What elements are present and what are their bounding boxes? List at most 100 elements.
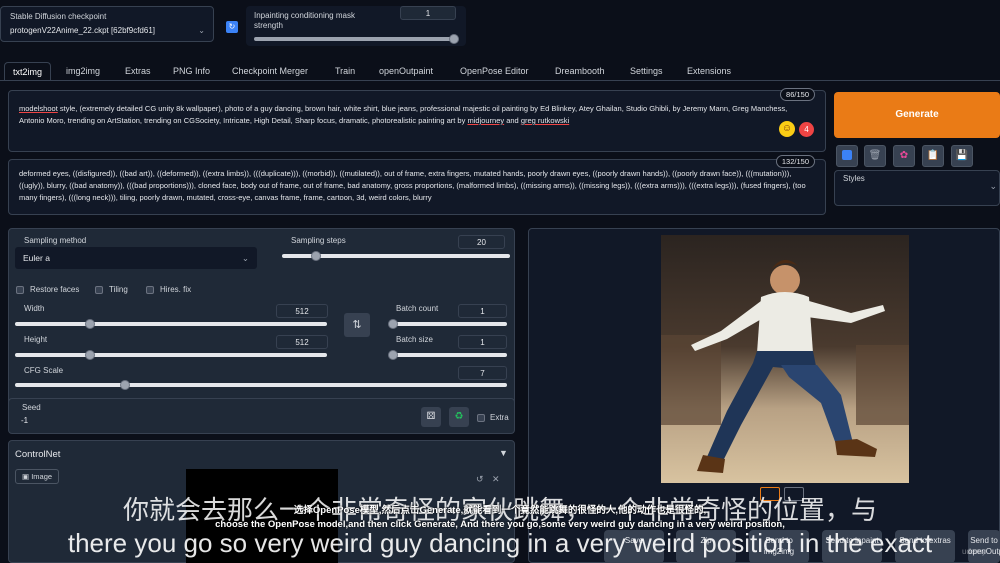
batch-count-slider[interactable] <box>388 319 507 329</box>
checkpoint-panel: Stable Diffusion checkpoint protogenV22A… <box>0 6 214 42</box>
styles-panel[interactable]: Styles ⌄ <box>834 170 1000 206</box>
floppy-icon: 💾 <box>955 150 969 161</box>
close-icon[interactable]: ✕ <box>492 474 500 485</box>
clipboard-icon: 📋 <box>926 150 940 161</box>
extra-seed-label: Extra <box>490 413 509 422</box>
tab-settings[interactable]: Settings <box>630 62 663 80</box>
mask-strength-thumb[interactable] <box>449 34 459 44</box>
tab-checkpoint-merger[interactable]: Checkpoint Merger <box>232 62 308 80</box>
clear-prompt-button[interactable]: 🗑 <box>864 145 886 167</box>
undo-icon[interactable]: ↺ <box>476 474 484 485</box>
tab-train[interactable]: Train <box>335 62 355 80</box>
width-thumb[interactable] <box>85 319 95 329</box>
refresh-button[interactable]: ↻ <box>226 21 238 33</box>
batch-count-label: Batch count <box>396 304 439 313</box>
checkpoint-value: protogenV22Anime_22.ckpt [62bf9cfd61] <box>10 26 155 35</box>
chevron-down-icon: ⌄ <box>989 181 997 191</box>
batch-size-thumb[interactable] <box>388 350 398 360</box>
prompt-part-3: midjourney <box>467 116 505 125</box>
tiling-label: Tiling <box>109 285 128 294</box>
save-style-button[interactable]: 💾 <box>951 145 973 167</box>
controlnet-title[interactable]: ControlNet <box>15 449 60 460</box>
checkpoint-label: Stable Diffusion checkpoint <box>10 12 107 21</box>
negative-prompt-area[interactable]: deformed eyes, ((disfigured)), ((bad art… <box>8 155 826 215</box>
cfg-scale-value[interactable]: 7 <box>458 366 507 380</box>
apply-style-button[interactable]: 📋 <box>922 145 944 167</box>
sampling-method-value: Euler a <box>23 253 50 263</box>
sampling-steps-label: Sampling steps <box>291 236 346 245</box>
tab-dreambooth[interactable]: Dreambooth <box>555 62 605 80</box>
tab-openoutpaint[interactable]: openOutpaint <box>379 62 433 80</box>
sampling-method-label: Sampling method <box>24 236 87 245</box>
height-label: Height <box>24 335 48 344</box>
sampling-steps-slider[interactable] <box>282 251 510 261</box>
hires-fix-label: Hires. fix <box>160 285 192 294</box>
seed-label: Seed <box>22 403 41 412</box>
trash-icon: 🗑 <box>868 150 882 161</box>
prompt-token-counter: 86/150 <box>780 88 815 101</box>
extra-seed-checkbox[interactable] <box>477 414 485 422</box>
tab-openpose-editor[interactable]: OpenPose Editor <box>460 62 529 80</box>
cfg-scale-slider[interactable] <box>15 380 507 390</box>
batch-count-value[interactable]: 1 <box>458 304 507 318</box>
height-thumb[interactable] <box>85 350 95 360</box>
prompt-part-2: style, (extremely detailed CG unity 8k w… <box>19 104 788 125</box>
width-slider[interactable] <box>15 319 327 329</box>
restore-faces-checkbox[interactable] <box>16 286 24 294</box>
read-params-button[interactable] <box>836 145 858 167</box>
cfg-scale-thumb[interactable] <box>120 380 130 390</box>
tab-png-info[interactable]: PNG Info <box>173 62 210 80</box>
controlnet-image-tab[interactable]: ▣ Image <box>15 469 60 484</box>
negative-prompt-text: deformed eyes, ((disfigured)), ((bad art… <box>19 169 806 202</box>
mask-strength-slider[interactable] <box>254 34 459 44</box>
refresh-icon: ↻ <box>228 22 236 31</box>
chevron-down-icon: ⌄ <box>198 26 205 35</box>
show-extra-networks-button[interactable]: ✿ <box>893 145 915 167</box>
emoji-icon: ☺ <box>779 121 795 137</box>
prompt-text: modelshoot style, (extremely detailed CG… <box>19 103 799 127</box>
tiling-checkbox[interactable] <box>95 286 103 294</box>
batch-count-thumb[interactable] <box>388 319 398 329</box>
checkpoint-select[interactable]: protogenV22Anime_22.ckpt [62bf9cfd61] ⌄ <box>7 23 211 39</box>
mask-strength-value[interactable]: 1 <box>400 6 456 20</box>
tab-extensions[interactable]: Extensions <box>687 62 731 80</box>
height-value[interactable]: 512 <box>276 335 328 349</box>
sampling-steps-value[interactable]: 20 <box>458 235 505 249</box>
image-icon: ▣ <box>22 472 30 481</box>
mask-strength-label: Inpainting conditioning mask strength <box>254 11 355 30</box>
prompt-part-1: modelshoot <box>19 104 58 113</box>
collapse-icon[interactable]: ▼ <box>499 448 508 458</box>
seed-panel: Seed -1 ⚄ ♻ Extra <box>8 398 515 434</box>
hires-fix-checkbox[interactable] <box>146 286 154 294</box>
swap-dimensions-button[interactable]: ⇅ <box>344 313 370 337</box>
batch-size-label: Batch size <box>396 335 433 344</box>
sampling-method-select[interactable]: Euler a ⌄ <box>15 247 257 269</box>
width-label: Width <box>24 304 45 313</box>
tab-img2img[interactable]: img2img <box>66 62 100 80</box>
flower-icon: ✿ <box>899 150 909 161</box>
generate-button[interactable]: Generate <box>834 92 1000 138</box>
width-value[interactable]: 512 <box>276 304 328 318</box>
dice-icon: ⚄ <box>426 411 436 422</box>
tab-extras[interactable]: Extras <box>125 62 151 80</box>
restore-faces-label: Restore faces <box>30 285 80 294</box>
negative-token-counter: 132/150 <box>775 155 815 168</box>
seed-input[interactable]: -1 <box>15 412 417 430</box>
random-seed-button[interactable]: ⚄ <box>421 407 441 427</box>
mask-strength-panel: Inpainting conditioning mask strength 1 <box>246 6 466 46</box>
batch-size-value[interactable]: 1 <box>458 335 507 349</box>
dancer-figure-icon <box>661 259 909 473</box>
prompt-area[interactable]: modelshoot style, (extremely detailed CG… <box>8 88 826 152</box>
tab-txt2img[interactable]: txt2img <box>4 62 52 80</box>
notification-badge: 4 <box>799 122 814 137</box>
reuse-seed-button[interactable]: ♻ <box>449 407 469 427</box>
swap-icon: ⇅ <box>352 319 362 331</box>
styles-label: Styles <box>843 174 865 183</box>
chevron-down-icon: ⌄ <box>241 253 249 263</box>
recycle-icon: ♻ <box>454 411 464 422</box>
generated-image[interactable] <box>661 235 909 483</box>
height-slider[interactable] <box>15 350 327 360</box>
batch-size-slider[interactable] <box>388 350 507 360</box>
arrow-icon <box>842 150 852 161</box>
sampling-steps-thumb[interactable] <box>311 251 321 261</box>
